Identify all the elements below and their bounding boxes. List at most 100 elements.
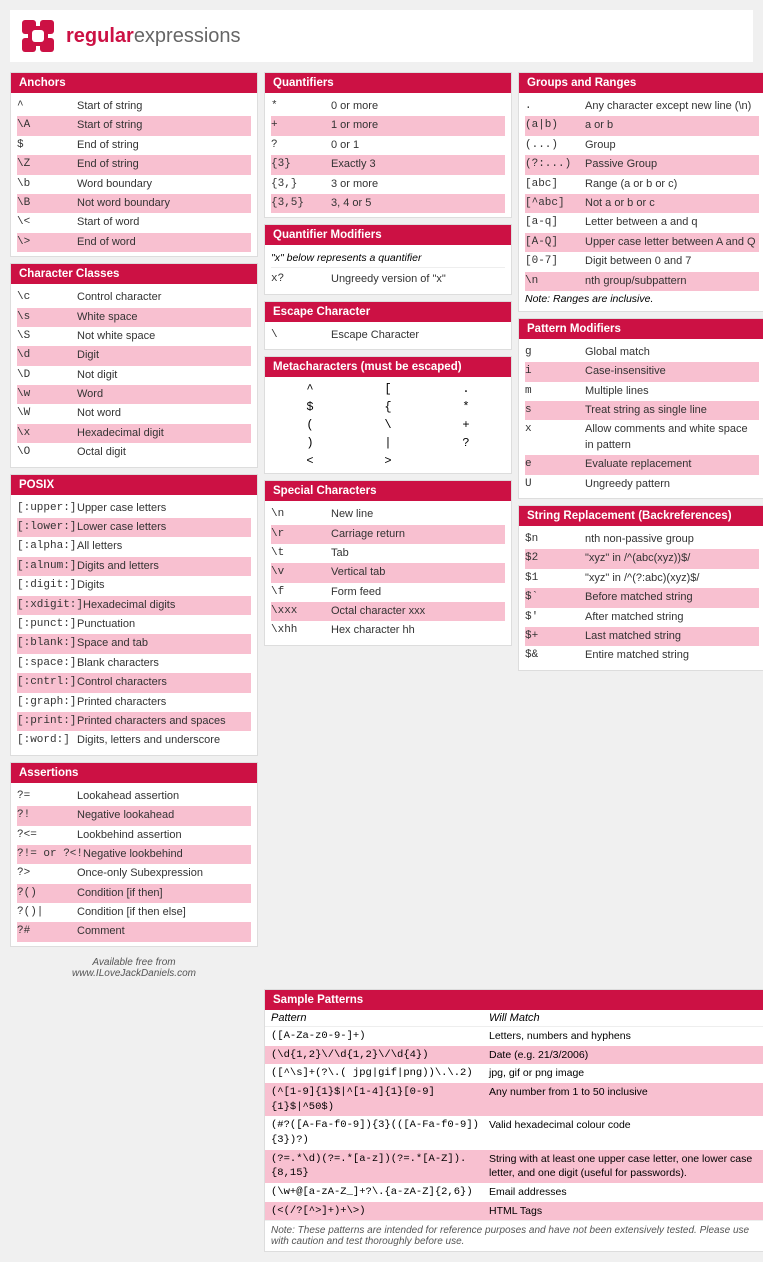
row-code: \W bbox=[17, 406, 77, 421]
anchors-section: Anchors ^Start of string\AStart of strin… bbox=[10, 72, 258, 257]
table-row: [:cntrl:]Control characters bbox=[17, 673, 251, 692]
row-desc: "xyz" in /^(?:abc)(xyz)$/ bbox=[585, 571, 759, 586]
row-desc: Digits bbox=[77, 578, 251, 593]
table-row: $2"xyz" in /^(abc(xyz))$/ bbox=[525, 549, 759, 568]
row-code: g bbox=[525, 345, 585, 360]
row-desc: Once-only Subexpression bbox=[77, 866, 251, 881]
row-code: ? bbox=[271, 138, 331, 153]
sample-match-desc: Email addresses bbox=[489, 1185, 759, 1200]
sample-match-desc: Valid hexadecimal colour code bbox=[489, 1118, 759, 1147]
row-desc: White space bbox=[77, 310, 251, 325]
table-row: ?=Lookahead assertion bbox=[17, 787, 251, 806]
row-code: (?:...) bbox=[525, 157, 585, 172]
sample-pattern-code: ([^\s]+(?\.( jpg|gif|png))\.\.2) bbox=[271, 1066, 481, 1081]
table-row: eEvaluate replacement bbox=[525, 455, 759, 474]
assertions-content: ?=Lookahead assertion?!Negative lookahea… bbox=[11, 783, 257, 946]
footer-line2: www.ILoveJackDaniels.com bbox=[14, 968, 254, 979]
sample-pattern-code: ([A-Za-z0-9-]+) bbox=[271, 1029, 481, 1044]
table-row: \ZEnd of string bbox=[17, 155, 251, 174]
row-desc: "xyz" in /^(abc(xyz))$/ bbox=[585, 551, 759, 566]
row-code: [:digit:] bbox=[17, 578, 77, 593]
table-row: ?()|Condition [if then else] bbox=[17, 903, 251, 922]
row-code: $& bbox=[525, 648, 585, 663]
table-row: [:upper:]Upper case letters bbox=[17, 499, 251, 518]
escape-content: \ Escape Character bbox=[265, 322, 511, 349]
escape-code: \ bbox=[271, 328, 331, 343]
row-desc: Negative lookahead bbox=[77, 808, 251, 823]
table-row: \>End of word bbox=[17, 233, 251, 252]
row-desc: Octal character xxx bbox=[331, 604, 505, 619]
string-replacement-content: $nnth non-passive group$2"xyz" in /^(abc… bbox=[519, 526, 763, 670]
sample-patterns-content: ([A-Za-z0-9-]+)Letters, numbers and hyph… bbox=[265, 1027, 763, 1221]
row-desc: Control character bbox=[77, 290, 251, 305]
sample-match-desc: String with at least one upper case lett… bbox=[489, 1152, 759, 1181]
row-code: \O bbox=[17, 445, 77, 460]
row-desc: Blank characters bbox=[77, 656, 251, 671]
row-code: \s bbox=[17, 310, 77, 325]
table-row: sTreat string as single line bbox=[525, 401, 759, 420]
table-row: \WNot word bbox=[17, 404, 251, 423]
row-code: \r bbox=[271, 527, 331, 542]
row-desc: Vertical tab bbox=[331, 565, 505, 580]
row-code: ?# bbox=[17, 924, 77, 939]
table-row: +1 or more bbox=[271, 116, 505, 135]
table-row: [:alnum:]Digits and letters bbox=[17, 557, 251, 576]
table-row: [:digit:]Digits bbox=[17, 576, 251, 595]
row-desc: Word bbox=[77, 387, 251, 402]
sample-pattern-code: (^[1-9]{1}$|^[1-4]{1}[0-9]{1}$|^50$) bbox=[271, 1085, 481, 1114]
escape-title: Escape Character bbox=[265, 302, 511, 322]
table-row: xAllow comments and white space in patte… bbox=[525, 420, 759, 455]
row-code: {3,} bbox=[271, 177, 331, 192]
posix-content: [:upper:]Upper case letters[:lower:]Lowe… bbox=[11, 495, 257, 755]
sample-header-match: Will Match bbox=[489, 1012, 540, 1024]
row-code: \x bbox=[17, 426, 77, 441]
char-classes-content: \cControl character\sWhite space\SNot wh… bbox=[11, 284, 257, 467]
row-desc: 0 or 1 bbox=[331, 138, 505, 153]
row-desc: Lower case letters bbox=[77, 520, 251, 535]
posix-title: POSIX bbox=[11, 475, 257, 495]
row-code: [:alnum:] bbox=[17, 559, 77, 574]
row-desc: Range (a or b or c) bbox=[585, 177, 759, 192]
table-row: (...)Group bbox=[525, 136, 759, 155]
meta-char: ) bbox=[271, 434, 349, 452]
quantifier-modifiers-title: Quantifier Modifiers bbox=[265, 225, 511, 245]
row-code: \c bbox=[17, 290, 77, 305]
sample-row: (?=.*\d)(?=.*[a-z])(?=.*[A-Z]).{8,15}Str… bbox=[265, 1150, 763, 1183]
row-code: s bbox=[525, 403, 585, 418]
table-row: ?0 or 1 bbox=[271, 136, 505, 155]
sample-match-desc: jpg, gif or png image bbox=[489, 1066, 759, 1081]
row-code: \v bbox=[271, 565, 331, 580]
row-desc: Case-insensitive bbox=[585, 364, 759, 379]
meta-char: $ bbox=[271, 398, 349, 416]
table-row: ^Start of string bbox=[17, 97, 251, 116]
row-code: ?!= or ?<! bbox=[17, 847, 83, 862]
table-row: \BNot word boundary bbox=[17, 194, 251, 213]
row-code: {3} bbox=[271, 157, 331, 172]
row-code: \xhh bbox=[271, 623, 331, 638]
assertions-title: Assertions bbox=[11, 763, 257, 783]
row-desc: Letter between a and q bbox=[585, 215, 759, 230]
table-row: \sWhite space bbox=[17, 308, 251, 327]
row-desc: Digit bbox=[77, 348, 251, 363]
meta-char: > bbox=[349, 452, 427, 470]
meta-char: * bbox=[427, 398, 505, 416]
row-desc: End of string bbox=[77, 157, 251, 172]
table-row: (?:...)Passive Group bbox=[525, 155, 759, 174]
row-desc: Treat string as single line bbox=[585, 403, 759, 418]
row-desc: Digits and letters bbox=[77, 559, 251, 574]
row-desc: End of word bbox=[77, 235, 251, 250]
anchors-title: Anchors bbox=[11, 73, 257, 93]
meta-char: { bbox=[349, 398, 427, 416]
sample-patterns-section: Sample Patterns Pattern Will Match ([A-Z… bbox=[264, 989, 763, 1253]
row-desc: End of string bbox=[77, 138, 251, 153]
table-row: [0-7]Digit between 0 and 7 bbox=[525, 252, 759, 271]
row-desc: Condition [if then] bbox=[77, 886, 251, 901]
footer: Available free from www.ILoveJackDaniels… bbox=[10, 953, 258, 983]
sample-header-pattern: Pattern bbox=[271, 1012, 481, 1024]
row-desc: Printed characters bbox=[77, 695, 251, 710]
row-desc: After matched string bbox=[585, 610, 759, 625]
table-row: [:alpha:]All letters bbox=[17, 537, 251, 556]
row-desc: Hexadecimal digits bbox=[83, 598, 251, 613]
sample-row: ([A-Za-z0-9-]+)Letters, numbers and hyph… bbox=[265, 1027, 763, 1046]
table-row: *0 or more bbox=[271, 97, 505, 116]
